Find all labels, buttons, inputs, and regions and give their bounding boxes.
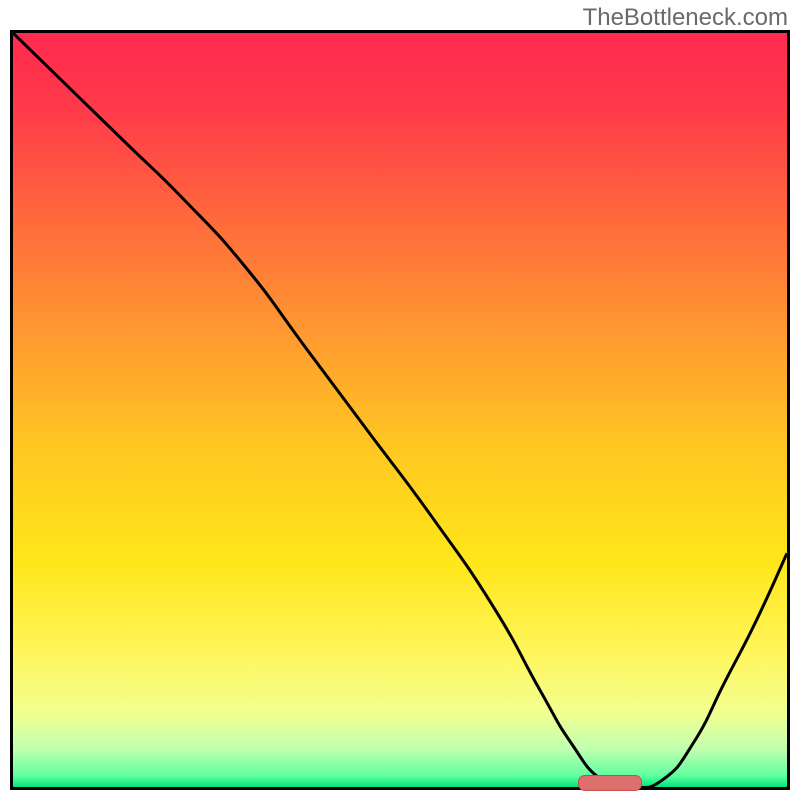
chart-frame bbox=[10, 30, 790, 790]
watermark-text: TheBottleneck.com bbox=[583, 4, 788, 32]
chart-canvas bbox=[13, 33, 787, 787]
optimal-range-marker bbox=[578, 775, 642, 791]
